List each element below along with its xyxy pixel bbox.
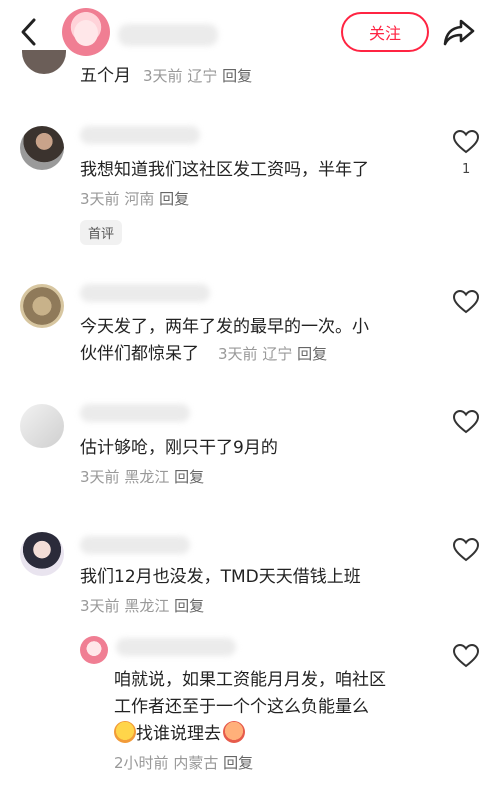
commenter-avatar[interactable] [20,126,64,170]
reply-text-line2: 工作者还至于一个个这么负能量么 [114,697,369,717]
comment-meta: 3天前 辽宁 回复 [143,65,252,87]
comment-text: 五个月 [80,66,131,86]
heart-icon[interactable] [453,538,479,562]
comment-meta: 3天前 黑龙江 回复 [80,466,204,488]
reply-text-line3: 找谁说理去 [114,720,245,748]
reply-button[interactable]: 回复 [174,597,204,615]
comment-location: 黑龙江 [124,597,170,615]
comment-text-line1: 今天发了，两年了发的最早的一次。小 [80,317,369,337]
commenter-name-blurred [80,536,190,554]
heart-icon[interactable] [453,290,479,314]
reply-button[interactable]: 回复 [159,190,189,208]
comment-time: 3天前 [218,345,258,363]
heart-icon[interactable] [453,644,479,668]
reply-location: 内蒙古 [173,754,219,772]
comment-time: 3天前 [143,67,183,85]
commenter-avatar[interactable] [20,532,64,576]
reply-time: 2小时前 [114,754,169,772]
author-avatar[interactable] [62,8,110,56]
comment-time: 3天前 [80,597,120,615]
comment-location: 河南 [124,190,155,208]
comment-text: 我们12月也没发，TMD天天借钱上班 [80,567,361,587]
commenter-avatar[interactable] [20,404,64,448]
comment-time: 3天前 [80,468,120,486]
commenter-name-blurred [80,404,190,422]
reply-text-line1: 咱就说，如果工资能月月发，咱社区 [114,670,386,690]
first-comment-badge: 首评 [80,220,123,245]
comment-meta: 3天前 黑龙江 回复 [80,595,204,617]
comment-meta: 3天前 河南 回复 [80,188,189,210]
commenter-avatar[interactable] [20,284,64,328]
share-icon[interactable] [442,16,476,48]
replier-avatar[interactable] [80,636,108,664]
replier-name-blurred [116,638,236,656]
commenter-name-blurred [80,126,200,144]
reply-text-line3-content: 找谁说理去 [136,724,221,744]
author-name-blurred [118,24,218,46]
comment-time: 3天前 [80,190,120,208]
commenter-name-blurred [80,284,210,302]
follow-button[interactable]: 关注 [341,12,429,52]
commenter-avatar[interactable] [22,50,66,74]
reply-button[interactable]: 回复 [223,754,253,772]
angry-emoji-icon [223,721,245,743]
comment-location: 辽宁 [262,345,293,363]
crying-emoji-icon [114,721,136,743]
reply-button[interactable]: 回复 [297,345,327,363]
comment-location: 黑龙江 [124,468,170,486]
reply-button[interactable]: 回复 [174,468,204,486]
like-count: 1 [462,162,471,177]
heart-icon[interactable] [453,130,479,154]
heart-icon[interactable] [453,410,479,434]
comment-text: 我想知道我们这社区发工资吗，半年了 [80,160,369,180]
reply-button[interactable]: 回复 [222,67,252,85]
comment-text-line2: 伙伴们都惊呆了 [80,344,199,364]
chevron-left-icon[interactable] [16,16,44,48]
comment-location: 辽宁 [187,67,218,85]
comment-text: 估计够呛，刚只干了9月的 [80,438,278,458]
reply-meta: 2小时前 内蒙古 回复 [114,752,253,774]
top-bar: 关注 [0,0,500,66]
comment-meta: 3天前 辽宁 回复 [218,343,327,365]
